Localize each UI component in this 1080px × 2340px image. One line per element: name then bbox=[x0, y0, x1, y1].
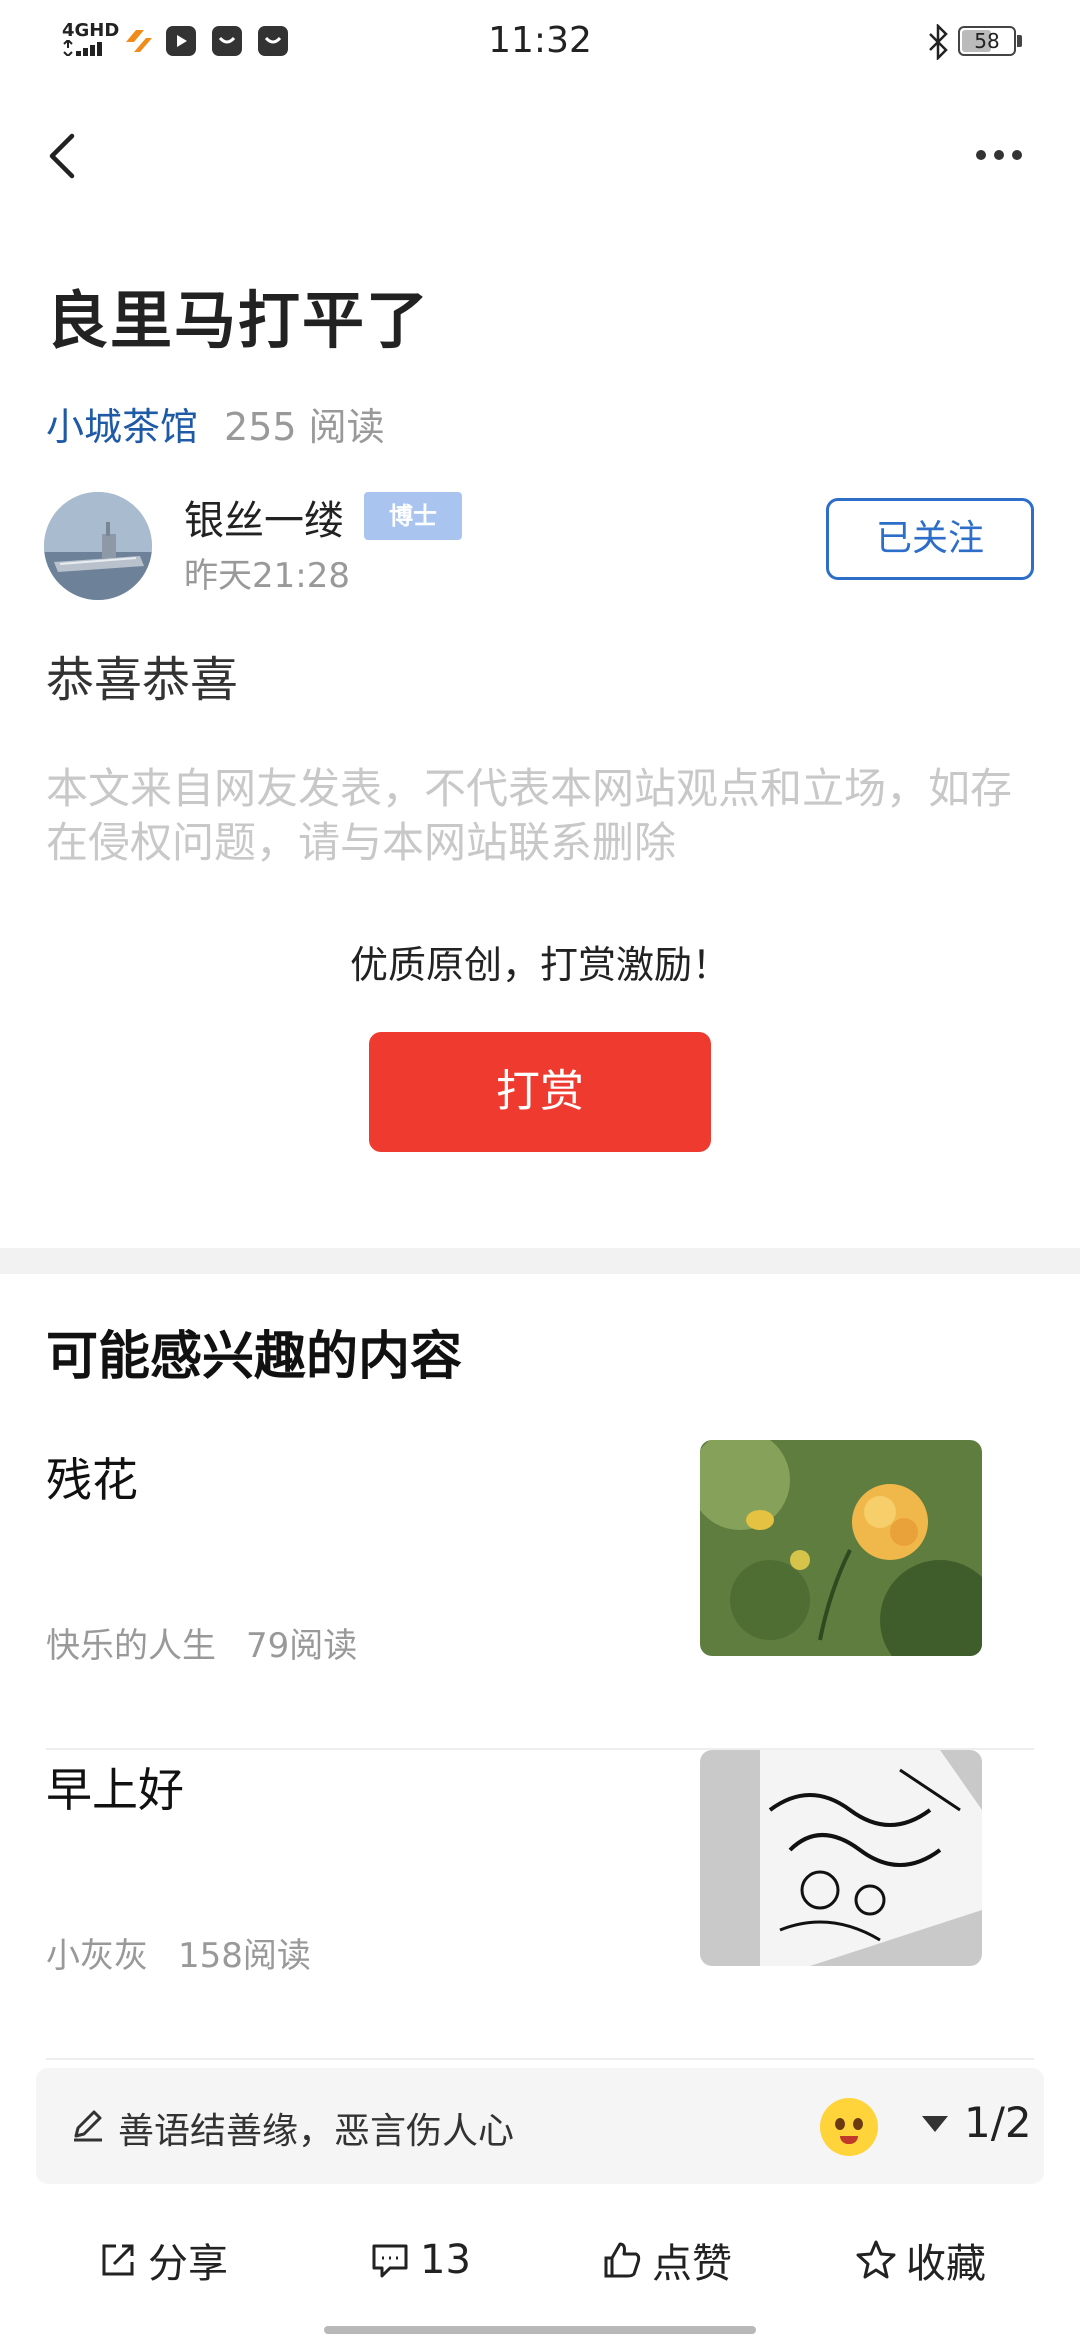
rec-item-meta: 快乐的人生 79阅读 bbox=[46, 1618, 357, 1667]
comment-input-bar[interactable]: 善语结善缘，恶言伤人心 1/2 bbox=[36, 2068, 1044, 2184]
thumbs-up-icon bbox=[604, 2242, 641, 2278]
rec-item-thumbnail bbox=[700, 1750, 982, 1966]
action-bar: 分享 13 点赞 收藏 bbox=[0, 2210, 1080, 2320]
author-name[interactable]: 银丝一缕 bbox=[184, 488, 344, 546]
clock: 11:32 bbox=[488, 20, 592, 61]
back-arrow-icon[interactable] bbox=[36, 126, 96, 186]
comment-placeholder: 善语结善缘，恶言伤人心 bbox=[118, 2111, 515, 2152]
favorite-label: 收藏 bbox=[906, 2241, 986, 2287]
recommendations-title: 可能感兴趣的内容 bbox=[46, 1327, 463, 1387]
list-separator bbox=[46, 2058, 1034, 2060]
article-meta: 小城茶馆 255 阅读 bbox=[46, 396, 385, 451]
rec-item-reads: 79阅读 bbox=[246, 1626, 358, 1666]
reward-button[interactable]: 打赏 bbox=[369, 1032, 711, 1152]
section-divider bbox=[0, 1248, 1080, 1274]
list-item[interactable]: 残花 快乐的人生 79阅读 bbox=[46, 1440, 1034, 1750]
home-indicator[interactable] bbox=[324, 2326, 756, 2334]
favorite-button[interactable]: 收藏 bbox=[854, 2230, 986, 2290]
avatar[interactable] bbox=[44, 492, 152, 600]
rec-item-author: 快乐的人生 bbox=[46, 1626, 216, 1666]
battery-percent: 58 bbox=[974, 29, 1000, 53]
comments-button[interactable]: 13 bbox=[368, 2230, 471, 2290]
article-body: 恭喜恭喜 bbox=[46, 652, 239, 708]
post-time: 昨天21:28 bbox=[184, 556, 350, 596]
disclaimer-text: 本文来自网友发表，不代表本网站观点和立场，如存在侵权问题，请与本网站联系删除 bbox=[46, 764, 1013, 867]
share-button[interactable]: 分享 bbox=[96, 2230, 228, 2290]
like-button[interactable]: 点赞 bbox=[600, 2230, 732, 2290]
dot bbox=[976, 150, 986, 160]
battery-icon: 58 bbox=[958, 26, 1016, 56]
like-label: 点赞 bbox=[652, 2241, 732, 2287]
battery-tip bbox=[1017, 35, 1022, 47]
rec-item-title: 残花 bbox=[46, 1453, 138, 1507]
star-icon bbox=[856, 2240, 896, 2279]
rec-item-reads: 158阅读 bbox=[178, 1936, 311, 1976]
author-level-badge: 博士 bbox=[364, 492, 462, 540]
bluetooth-icon bbox=[929, 24, 948, 60]
share-label: 分享 bbox=[148, 2241, 228, 2287]
rec-item-meta: 小灰灰 158阅读 bbox=[46, 1928, 311, 1977]
dot bbox=[1012, 150, 1022, 160]
page-indicator[interactable]: 1/2 bbox=[964, 2098, 1032, 2147]
read-count: 255 阅读 bbox=[224, 405, 385, 449]
comment-icon bbox=[372, 2244, 408, 2278]
rec-item-title: 早上好 bbox=[46, 1763, 184, 1817]
follow-button[interactable]: 已关注 bbox=[826, 498, 1034, 580]
reward-prompt: 优质原创，打赏激励！ bbox=[349, 943, 730, 987]
list-item[interactable]: 早上好 小灰灰 158阅读 bbox=[46, 1750, 1034, 2060]
edit-pen-icon bbox=[74, 2110, 102, 2142]
rec-item-thumbnail bbox=[700, 1440, 982, 1656]
article-title: 良里马打平了 bbox=[46, 284, 431, 357]
emoji-icon[interactable] bbox=[820, 2098, 878, 2156]
share-icon bbox=[102, 2244, 134, 2276]
dropdown-triangle-icon[interactable] bbox=[922, 2116, 948, 2132]
channel-link[interactable]: 小城茶馆 bbox=[46, 405, 198, 449]
dot bbox=[994, 150, 1004, 160]
rec-item-author: 小灰灰 bbox=[46, 1936, 148, 1976]
more-options-icon[interactable] bbox=[976, 140, 1036, 170]
status-bar: 4GHD 11:32 58 bbox=[0, 0, 1080, 84]
comment-count: 13 bbox=[420, 2237, 471, 2283]
